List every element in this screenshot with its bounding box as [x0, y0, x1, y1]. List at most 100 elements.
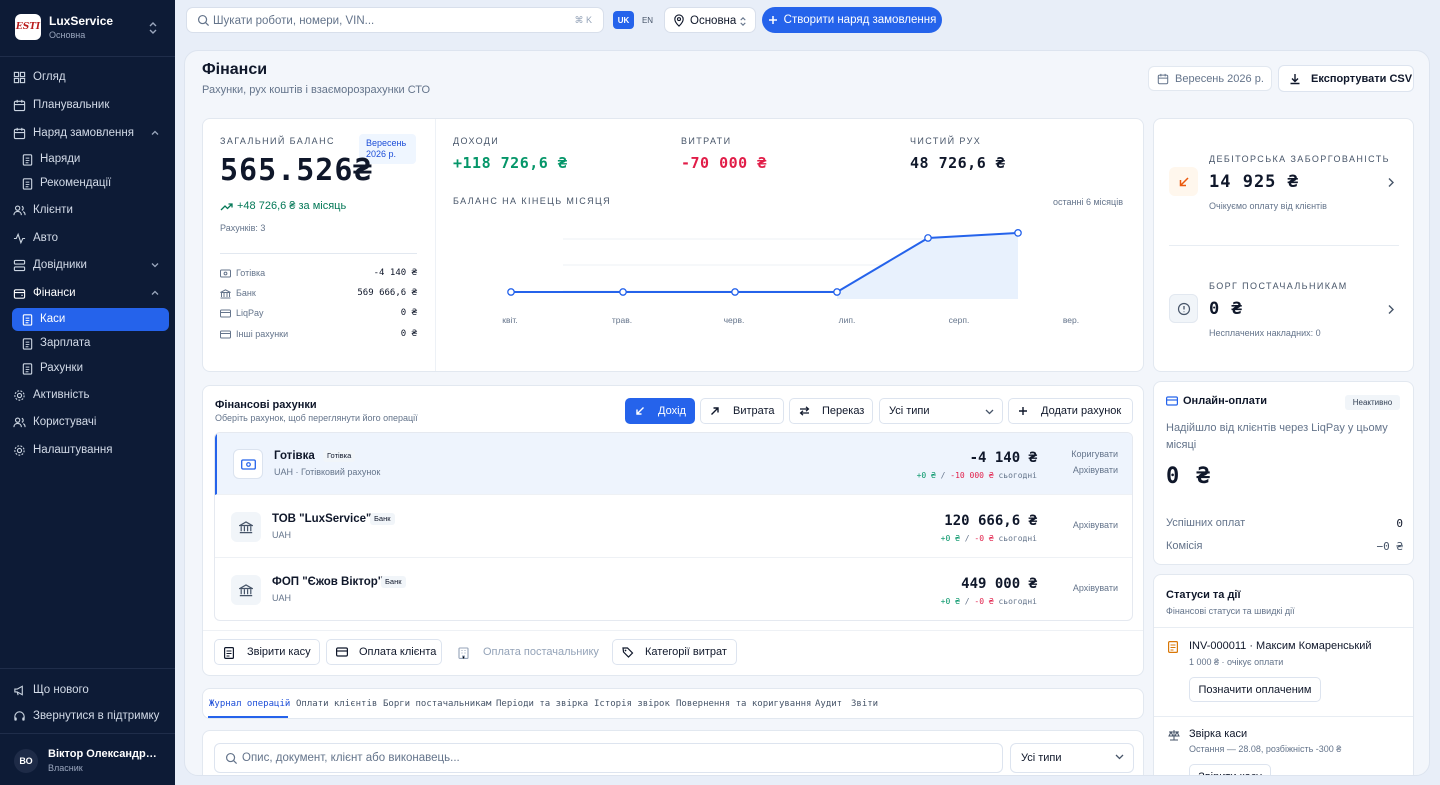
x-tick-label: черв. — [724, 315, 745, 325]
avatar: ВО — [14, 749, 38, 773]
tab-periods[interactable]: Періоди та звірка — [496, 699, 588, 709]
support-label: Звернутися в підтримку — [33, 710, 160, 722]
account-row-bank-fop[interactable]: ФОП "Єжов Віктор" Банк UAH 449 000 ₴ +0 … — [215, 559, 1132, 620]
clipboard-icon — [22, 154, 33, 166]
client-payment-button[interactable]: Оплата клієнта — [326, 639, 442, 665]
today-out: -10 000 ₴ — [950, 471, 994, 480]
sidebar-item-clients[interactable]: Клієнти — [12, 199, 169, 222]
divider — [1154, 627, 1413, 628]
sidebar-item-overview[interactable]: Огляд — [12, 66, 169, 89]
today-in: +0 ₴ — [940, 534, 960, 543]
divider — [435, 119, 436, 371]
chevron-down-icon — [1115, 754, 1124, 760]
income-button[interactable]: Дохід — [625, 398, 695, 424]
activity-icon — [13, 232, 26, 245]
tab-client-payments[interactable]: Оплати клієнтів — [296, 699, 377, 709]
export-csv-button[interactable]: Експортувати CSV — [1278, 65, 1414, 92]
tab-journal[interactable]: Журнал операцій — [209, 699, 290, 709]
x-tick-label: серп. — [949, 315, 970, 325]
tab-supplier-debts[interactable]: Борги постачальникам — [383, 699, 491, 709]
breakdown-value: -4 140 ₴ — [373, 268, 417, 278]
account-type-select[interactable]: Усі типи — [879, 398, 1003, 424]
lang-en-button[interactable]: EN — [637, 11, 658, 29]
create-work-order-button[interactable]: Створити наряд замовлення — [762, 7, 942, 33]
add-account-button[interactable]: Додати рахунок — [1008, 398, 1133, 424]
account-today-flow: +0 ₴ / -0 ₴ сьогодні — [940, 597, 1037, 606]
sidebar-item-label: Довідники — [33, 259, 87, 271]
today-out: -0 ₴ — [974, 597, 994, 606]
expense-button[interactable]: Витрата — [700, 398, 784, 424]
sidebar-item-recommendations[interactable]: Рекомендації — [12, 172, 169, 195]
account-row-cash[interactable]: Готівка Готівка UAH · Готівковий рахунок… — [215, 433, 1132, 495]
sidebar-item-users[interactable]: Користувачі — [12, 411, 169, 434]
calendar-icon — [13, 127, 26, 140]
tab-reports[interactable]: Звіти — [851, 699, 878, 709]
active-tab-indicator — [208, 716, 288, 718]
sidebar-item-label: Рекомендації — [40, 177, 112, 189]
supplier-payment-button[interactable]: Оплата постачальнику — [448, 639, 606, 665]
breakdown-cash: Готівка -4 140 ₴ — [220, 267, 417, 281]
receipt-icon — [224, 647, 234, 659]
invoice-icon — [1168, 641, 1178, 653]
chevron-right-icon[interactable] — [1387, 177, 1395, 188]
support-link[interactable]: Звернутися в підтримку — [12, 705, 169, 728]
layers-icon — [13, 259, 26, 272]
transfer-button[interactable]: Переказ — [789, 398, 873, 424]
chart-caption: Баланс на кінець місяця — [453, 196, 611, 206]
sidebar-item-orders[interactable]: Наряди — [12, 148, 169, 171]
balance-chart: квіт. трав. черв. лип. серп. вер. — [502, 229, 1079, 325]
grid-icon — [13, 71, 26, 84]
operations-type-select[interactable]: Усі типи — [1010, 743, 1134, 773]
whats-new-link[interactable]: Що нового — [12, 679, 169, 702]
map-pin-icon — [674, 14, 684, 27]
lang-uk-button[interactable]: UK — [613, 11, 634, 29]
archive-link[interactable]: Архівувати — [1073, 583, 1118, 593]
transfer-icon — [799, 406, 810, 416]
sidebar-item-activity[interactable]: Активність — [12, 384, 169, 407]
account-type-tag: Готівка — [323, 450, 356, 462]
chevron-updown-icon — [740, 17, 746, 26]
period-picker[interactable]: Вересень 2026 р. — [1148, 66, 1272, 91]
sidebar-item-settings[interactable]: Налаштування — [12, 439, 169, 462]
sidebar-item-references[interactable]: Довідники — [12, 254, 169, 277]
user-menu[interactable]: ВО Віктор Олександров... Власник — [0, 733, 175, 785]
sidebar-item-cars[interactable]: Авто — [12, 227, 169, 250]
sidebar-item-invoices[interactable]: Рахунки — [12, 357, 169, 380]
operations-search-placeholder: Опис, документ, клієнт або виконавець... — [242, 752, 460, 764]
supplier-payment-label: Оплата постачальнику — [483, 646, 599, 658]
sidebar-item-cash-desks[interactable]: Каси — [12, 308, 169, 331]
today-out: -0 ₴ — [974, 534, 994, 543]
x-tick-label: трав. — [612, 315, 632, 325]
export-label: Експортувати CSV — [1311, 73, 1413, 85]
brand-switcher[interactable]: ESTI LuxService Основна — [0, 0, 175, 57]
finance-page: Фінанси Рахунки, рух коштів і взаєморозр… — [184, 50, 1430, 776]
tab-reconcile-history[interactable]: Історія звірок — [594, 699, 670, 709]
sidebar-item-finance[interactable]: Фінанси — [12, 282, 169, 305]
sidebar-item-work-orders[interactable]: Наряд замовлення — [12, 122, 169, 145]
reconcile-cash-button[interactable]: Звірити касу — [214, 639, 320, 665]
building-icon — [458, 647, 469, 659]
plus-icon — [768, 16, 777, 24]
branch-select[interactable]: Основна — [664, 7, 756, 33]
invoice-sub: 1 000 ₴ · очікує оплати — [1189, 657, 1284, 667]
tab-returns[interactable]: Повернення та коригування — [676, 699, 811, 709]
adjust-link[interactable]: Коригувати — [1071, 449, 1118, 459]
tab-audit[interactable]: Аудит — [815, 699, 842, 709]
archive-link[interactable]: Архівувати — [1073, 520, 1118, 530]
app-name: LuxService — [49, 14, 114, 28]
reconcile-cash-button[interactable]: Звірити касу — [1189, 764, 1271, 775]
sidebar-item-planner[interactable]: Планувальник — [12, 94, 169, 117]
operations-tabs: Журнал операцій Оплати клієнтів Борги по… — [202, 688, 1144, 719]
operations-search-input[interactable]: Опис, документ, клієнт або виконавець... — [214, 743, 1003, 773]
mark-paid-button[interactable]: Позначити оплаченим — [1189, 677, 1321, 702]
global-search-input[interactable]: Шукати роботи, номери, VIN... ⌘ K — [186, 7, 604, 33]
sidebar-item-salary[interactable]: Зарплата — [12, 332, 169, 355]
sidebar-item-label: Планувальник — [33, 99, 110, 111]
chevron-right-icon[interactable] — [1387, 304, 1395, 315]
user-name: Віктор Олександров... — [48, 748, 163, 760]
cash-icon — [233, 449, 263, 479]
archive-link[interactable]: Архівувати — [1073, 465, 1118, 475]
expense-categories-button[interactable]: Категорії витрат — [612, 639, 737, 665]
account-row-bank-llc[interactable]: ТОВ "LuxService" Банк UAH 120 666,6 ₴ +0… — [215, 496, 1132, 558]
today-in: +0 ₴ — [940, 597, 960, 606]
